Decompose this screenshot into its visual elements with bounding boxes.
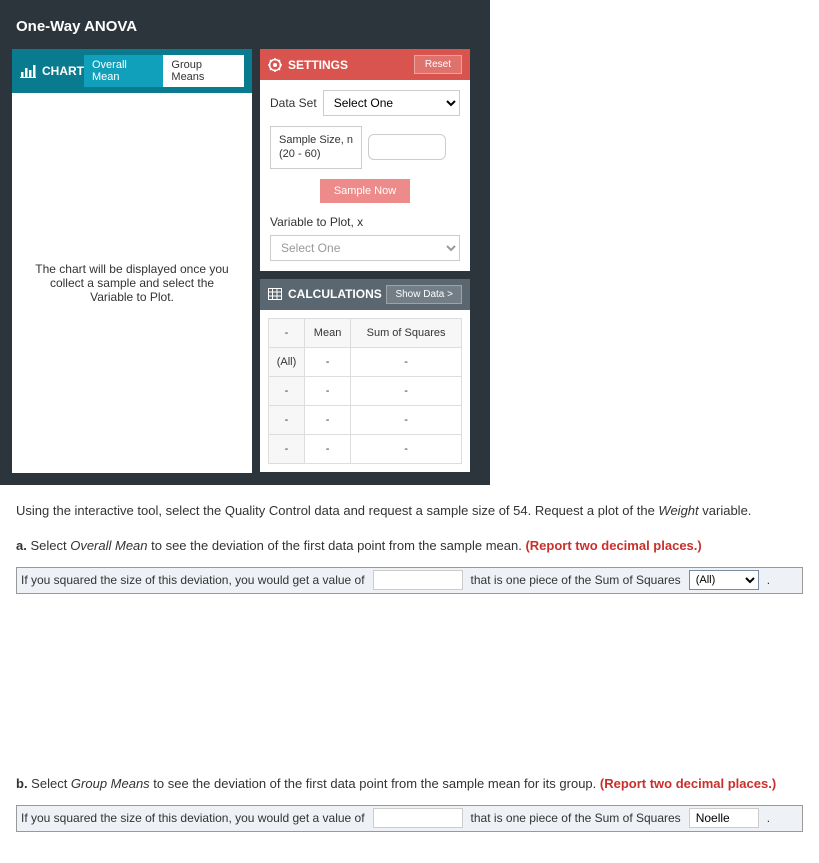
spacer	[16, 594, 803, 774]
col-header-0: -	[269, 318, 305, 347]
variable-label: Variable to Plot, x	[270, 215, 460, 229]
chart-panel: CHART Overall Mean Group Means The chart…	[12, 49, 252, 473]
cell: -	[351, 347, 462, 376]
sample-size-row: Sample Size, n (20 - 60)	[270, 126, 460, 169]
chart-header: CHART Overall Mean Group Means	[12, 49, 252, 93]
cell: -	[351, 376, 462, 405]
answer-line-b: If you squared the size of this deviatio…	[16, 805, 803, 832]
answer-text-2: that is one piece of the Sum of Squares	[467, 806, 685, 831]
sample-size-input[interactable]	[368, 134, 446, 160]
question-intro: Using the interactive tool, select the Q…	[16, 501, 803, 522]
variable-select[interactable]: Select One	[270, 235, 460, 261]
table-row: (All) - -	[269, 347, 462, 376]
cell: -	[305, 347, 351, 376]
gear-icon	[268, 58, 282, 72]
settings-header-label: SETTINGS	[288, 58, 348, 72]
chart-tabs: Overall Mean Group Means	[84, 55, 244, 87]
chart-body: The chart will be displayed once you col…	[12, 93, 252, 473]
page-title: One-Way ANOVA	[12, 12, 478, 49]
chart-header-label: CHART	[42, 64, 84, 78]
show-data-button[interactable]: Show Data >	[386, 285, 462, 304]
question-b: b. Select Group Means to see the deviati…	[16, 774, 803, 795]
dataset-row: Data Set Select One	[270, 90, 460, 116]
sample-size-label-1: Sample Size, n	[279, 133, 353, 147]
calc-body: - Mean Sum of Squares (All) - - - -	[260, 310, 470, 472]
settings-header: SETTINGS Reset	[260, 49, 470, 80]
tab-overall-mean[interactable]: Overall Mean	[84, 55, 163, 87]
row-header: -	[269, 434, 305, 463]
row-header: -	[269, 376, 305, 405]
questions-area: Using the interactive tool, select the Q…	[0, 485, 819, 848]
row-header: -	[269, 405, 305, 434]
cell: -	[351, 434, 462, 463]
question-a: a. Select Overall Mean to see the deviat…	[16, 536, 803, 557]
calc-header: CALCULATIONS Show Data >	[260, 279, 470, 310]
sample-now-row: Sample Now	[270, 179, 460, 203]
answer-a-select[interactable]: (All)	[689, 570, 759, 590]
panels: CHART Overall Mean Group Means The chart…	[12, 49, 478, 473]
table-row: - - -	[269, 376, 462, 405]
row-header: (All)	[269, 347, 305, 376]
cell: -	[305, 434, 351, 463]
right-column: SETTINGS Reset Data Set Select One Sampl…	[260, 49, 470, 473]
reset-button[interactable]: Reset	[414, 55, 462, 74]
dataset-label: Data Set	[270, 96, 317, 110]
chart-placeholder-text: The chart will be displayed once you col…	[32, 262, 232, 304]
dataset-select[interactable]: Select One	[323, 90, 460, 116]
answer-a-value-input[interactable]	[373, 570, 463, 590]
table-header-row: - Mean Sum of Squares	[269, 318, 462, 347]
table-row: - - -	[269, 434, 462, 463]
sample-size-label-box: Sample Size, n (20 - 60)	[270, 126, 362, 169]
answer-text-2: that is one piece of the Sum of Squares	[467, 568, 685, 593]
tab-group-means[interactable]: Group Means	[163, 55, 244, 87]
answer-text-1: If you squared the size of this deviatio…	[17, 568, 369, 593]
sample-now-button[interactable]: Sample Now	[320, 179, 410, 203]
settings-body: Data Set Select One Sample Size, n (20 -…	[260, 80, 470, 271]
sample-size-label-2: (20 - 60)	[279, 147, 353, 161]
cell: -	[305, 405, 351, 434]
answer-text-1: If you squared the size of this deviatio…	[17, 806, 369, 831]
col-header-mean: Mean	[305, 318, 351, 347]
cell: -	[305, 376, 351, 405]
answer-b-select[interactable]	[689, 808, 759, 828]
answer-line-a: If you squared the size of this deviatio…	[16, 567, 803, 594]
calc-header-label: CALCULATIONS	[288, 287, 382, 301]
answer-b-trail: .	[763, 806, 774, 831]
settings-panel: SETTINGS Reset Data Set Select One Sampl…	[260, 49, 470, 271]
cell: -	[351, 405, 462, 434]
chart-bar-icon	[20, 64, 36, 78]
table-row: - - -	[269, 405, 462, 434]
col-header-ss: Sum of Squares	[351, 318, 462, 347]
calc-table: - Mean Sum of Squares (All) - - - -	[268, 318, 462, 464]
tool-container: One-Way ANOVA CHART Overall Mean Group M…	[0, 0, 490, 485]
table-icon	[268, 288, 282, 300]
calculations-panel: CALCULATIONS Show Data > - Mean Sum of S…	[260, 279, 470, 472]
answer-b-value-input[interactable]	[373, 808, 463, 828]
answer-a-trail: .	[763, 568, 774, 593]
